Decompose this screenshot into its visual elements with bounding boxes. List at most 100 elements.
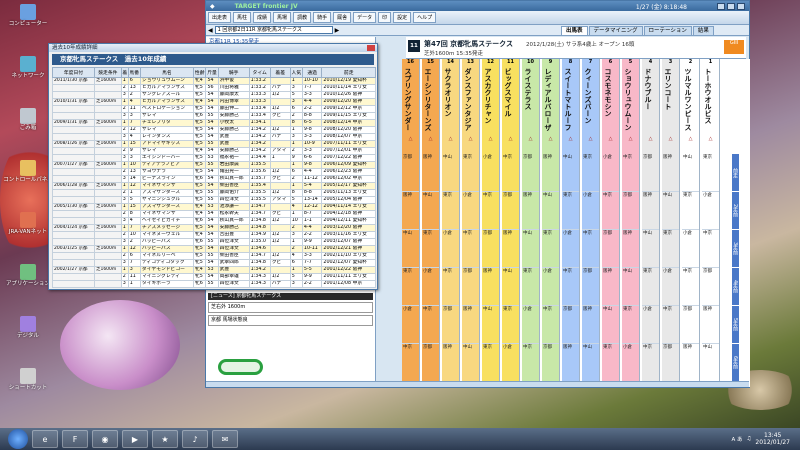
table-row[interactable]: 2002/1/27 京都 芝1600m 1 3 ダイヤモンドビコー 牝4 53 武豊 1:34.…	[52, 266, 376, 274]
past-race-cell[interactable]: 東京	[502, 306, 519, 344]
column-header[interactable]: 通過	[301, 67, 323, 78]
taskbar-app-icon[interactable]: ✉	[212, 430, 238, 448]
horse-column[interactable]: 14 サクラオリオン △ 中山 東京 小倉 中京 京都 阪神	[442, 59, 460, 387]
past-race-cell[interactable]: 京都	[662, 344, 679, 382]
past-race-cell[interactable]: 中京	[702, 230, 719, 268]
toolbar-button[interactable]: 設定	[393, 12, 412, 23]
past-race-cell[interactable]: 東京	[462, 154, 479, 192]
table-row[interactable]: 2010/1/31 京都 芝1600m 1 4 ヒカルアマランサス 牝4 54 内田博幸 1:3…	[52, 98, 376, 106]
past-race-cell[interactable]: 中京	[642, 344, 659, 382]
table-row[interactable]: 2 13 ヒカルアマランサス 牝5 56 川田将雅 1:33.2 ハナ 3 7-7 2010/11/…	[52, 84, 376, 92]
tab-item[interactable]: 出馬表	[561, 26, 588, 36]
taskbar-app-icon[interactable]: ◉	[92, 430, 118, 448]
horse-mark[interactable]: △	[562, 136, 579, 148]
past-race-cell[interactable]: 京都	[522, 154, 539, 192]
table-row[interactable]: 2004/1/24 京都 芝1600m 1 7 チアズメッセージ 牝5 54 安藤勝己 1:34…	[52, 224, 376, 232]
past-race-cell[interactable]: 中京	[522, 344, 539, 382]
race-select-dropdown[interactable]: 1 回京都2日11R 京都牝馬ステークス	[214, 26, 333, 34]
horse-column[interactable]: 7 クィーンズバーン △ 東京 小倉 中京 京都 阪神 中山	[582, 59, 600, 387]
past-race-cell[interactable]: 中山	[562, 154, 579, 192]
table-row[interactable]: 2 1 アズマサンダース 牝5 55 藤岡佑介 1:35.5 1/2 8 8-8 2005/11/1…	[52, 189, 376, 197]
past-race-cell[interactable]: 小倉	[622, 344, 639, 382]
past-race-cell[interactable]: 中山	[702, 344, 719, 382]
table-row[interactable]: 2 11 マイニングレディ 牝5 54 岡部幸雄 1:34.3 1/2 5 9-9 2001/11/…	[52, 273, 376, 281]
past-race-cell[interactable]: 中山	[402, 230, 419, 268]
table-row[interactable]: 2 9 ザレマ 牝4 54 安藤勝己 1:34.2 アタマ 2 3-3 2007/12/01 中京	[52, 147, 376, 155]
past-race-cell[interactable]: 阪神	[502, 230, 519, 268]
table-row[interactable]: 2 12 ザレマ 牝5 54 安藤勝己 1:34.2 1/2 1 9-8 2008/12/20 阪神	[52, 126, 376, 134]
past-race-cell[interactable]: 阪神	[402, 192, 419, 230]
horse-mark[interactable]: △	[462, 136, 479, 148]
table-row[interactable]: 3 4 レインダンス 牝5 54 武豊 1:34.2 ハナ 3 3-3 2008/12/07 中京	[52, 133, 376, 141]
table-row[interactable]: 3 2 サングレアズール 牝5 54 藤岡康太 1:33.3 1/2 5 3-3 2010/12/2…	[52, 91, 376, 99]
desktop-icon[interactable]: ショートカット	[2, 368, 54, 392]
horse-column[interactable]: 16 スプリングサンダー △ 京都 阪神 中山 東京 小倉 中京	[402, 59, 420, 387]
past-race-cell[interactable]: 小倉	[582, 192, 599, 230]
horse-mark[interactable]: △	[542, 136, 559, 148]
horse-column[interactable]: 1 トーホウオルビス △ 東京 小倉 中京 京都 阪神 中山	[702, 59, 720, 387]
column-header[interactable]: 人気	[289, 67, 303, 78]
horse-mark[interactable]: △	[622, 136, 639, 148]
column-header[interactable]: 前走	[321, 67, 376, 78]
horse-name[interactable]: エリンコート	[662, 66, 674, 136]
table-row[interactable]: 3 3 ザレマ 牝6 55 安藤勝己 1:33.4 クビ 2 8-8 2009/11/15 エリ女	[52, 112, 376, 120]
past-race-cell[interactable]: 中山	[462, 344, 479, 382]
column-header[interactable]: 着差	[269, 67, 291, 78]
past-race-cell[interactable]: 東京	[662, 230, 679, 268]
horse-column[interactable]: 8 スイートマトルーフ △ 中山 東京 小倉 中京 京都 阪神	[562, 59, 580, 387]
past-race-cell[interactable]: 中京	[582, 230, 599, 268]
column-header[interactable]: 馬番	[127, 67, 141, 78]
past-race-cell[interactable]: 中京	[562, 268, 579, 306]
horse-mark[interactable]: △	[442, 136, 459, 148]
table-row[interactable]: 2006/1/28 京都 芝1600m 1 12 マイネサマンサ 牝5 54 柴田善臣 1:35…	[52, 182, 376, 190]
toolbar-button[interactable]: 厩舎	[333, 12, 352, 23]
horse-mark[interactable]: △	[402, 136, 419, 148]
tab-item[interactable]: データマイニング	[588, 26, 643, 36]
horse-column[interactable]: 5 ショウリュウムーン △ 中京 京都 阪神 中山 東京 小倉	[622, 59, 640, 387]
table-row[interactable]: 3 14 ビーナスライン 牝6 54 秋山真一郎 1:35.7 クビ 2 11-12 2006/12…	[52, 175, 376, 183]
past-race-cell[interactable]: 小倉	[502, 344, 519, 382]
tab-item[interactable]: ローテーション	[643, 26, 692, 36]
past-race-cell[interactable]: 小倉	[422, 268, 439, 306]
past-race-cell[interactable]: 京都	[642, 154, 659, 192]
past-race-cell[interactable]: 阪神	[702, 306, 719, 344]
past-race-cell[interactable]: 中山	[542, 192, 559, 230]
horse-name[interactable]: スプリングサンダー	[402, 66, 414, 136]
toolbar-button[interactable]: 馬場	[273, 12, 292, 23]
past-race-cell[interactable]: 小倉	[482, 154, 499, 192]
past-race-cell[interactable]: 京都	[682, 306, 699, 344]
horse-name[interactable]: スイートマトルーフ	[562, 66, 574, 136]
past-race-cell[interactable]: 東京	[422, 230, 439, 268]
past-race-cell[interactable]: 小倉	[562, 230, 579, 268]
table-row[interactable]: 2 8 マイネサマンサ 牝4 54 松永幹夫 1:34.7 クビ 1 8-7 2004/12/18 …	[52, 210, 376, 218]
desktop-icon[interactable]: コンピューター	[2, 4, 54, 28]
table-row[interactable]: 3 4 ヘイセイピカイチ 牝6 54 秋山真一郎 1:34.8 1/2 10 1-1 2004/12…	[52, 217, 376, 225]
maximize-icon[interactable]	[727, 2, 735, 10]
horse-name[interactable]: アスカクリチャン	[482, 66, 494, 136]
horse-mark[interactable]: △	[482, 136, 499, 148]
app-titlebar[interactable]: ◆ TARGET frontier JV 1/27 (金) 8:18:48	[206, 1, 749, 11]
horse-name[interactable]: ビッグスマイル	[502, 66, 514, 136]
column-header[interactable]: 競走条件	[93, 67, 122, 78]
table-row[interactable]: 2 13 サヨウナラ 牝5 54 角田晃一 1:35.6 1/2 6 4-4 2006/12/23 …	[52, 168, 376, 176]
desktop-icon[interactable]: コントロールパネル	[2, 160, 54, 184]
past-race-cell[interactable]: 中山	[622, 268, 639, 306]
past-race-cell[interactable]: 東京	[482, 344, 499, 382]
horse-column[interactable]: 13 ダンスファンタジア △ 東京 小倉 中京 京都 阪神 中山	[462, 59, 480, 387]
past-race-cell[interactable]: 東京	[442, 192, 459, 230]
past-race-cell[interactable]: 中山	[662, 192, 679, 230]
past-race-cell[interactable]: 小倉	[642, 306, 659, 344]
past-race-cell[interactable]: 阪神	[482, 268, 499, 306]
past-race-cell[interactable]: 東京	[702, 154, 719, 192]
toolbar-button[interactable]: 印	[378, 12, 392, 23]
past-race-cell[interactable]: 京都	[702, 268, 719, 306]
column-header[interactable]: 斤量	[205, 67, 219, 78]
horse-column[interactable]: 4 ドナウブルー △ 京都 阪神 中山 東京 小倉 中京	[642, 59, 660, 387]
past-race-cell[interactable]: 東京	[582, 154, 599, 192]
desktop-icon[interactable]: ごみ箱	[2, 108, 54, 132]
start-button[interactable]	[8, 429, 28, 449]
past-race-cell[interactable]: 阪神	[522, 192, 539, 230]
table-row[interactable]: 3 1 タイキポーラ 牝6 55 四位洋文 1:34.3 ハナ 3 2-2 2001/12/08 中…	[52, 280, 376, 288]
horse-mark[interactable]: △	[582, 136, 599, 148]
news-bar[interactable]: [ニュース] 京都牝馬ステークス	[208, 293, 373, 300]
